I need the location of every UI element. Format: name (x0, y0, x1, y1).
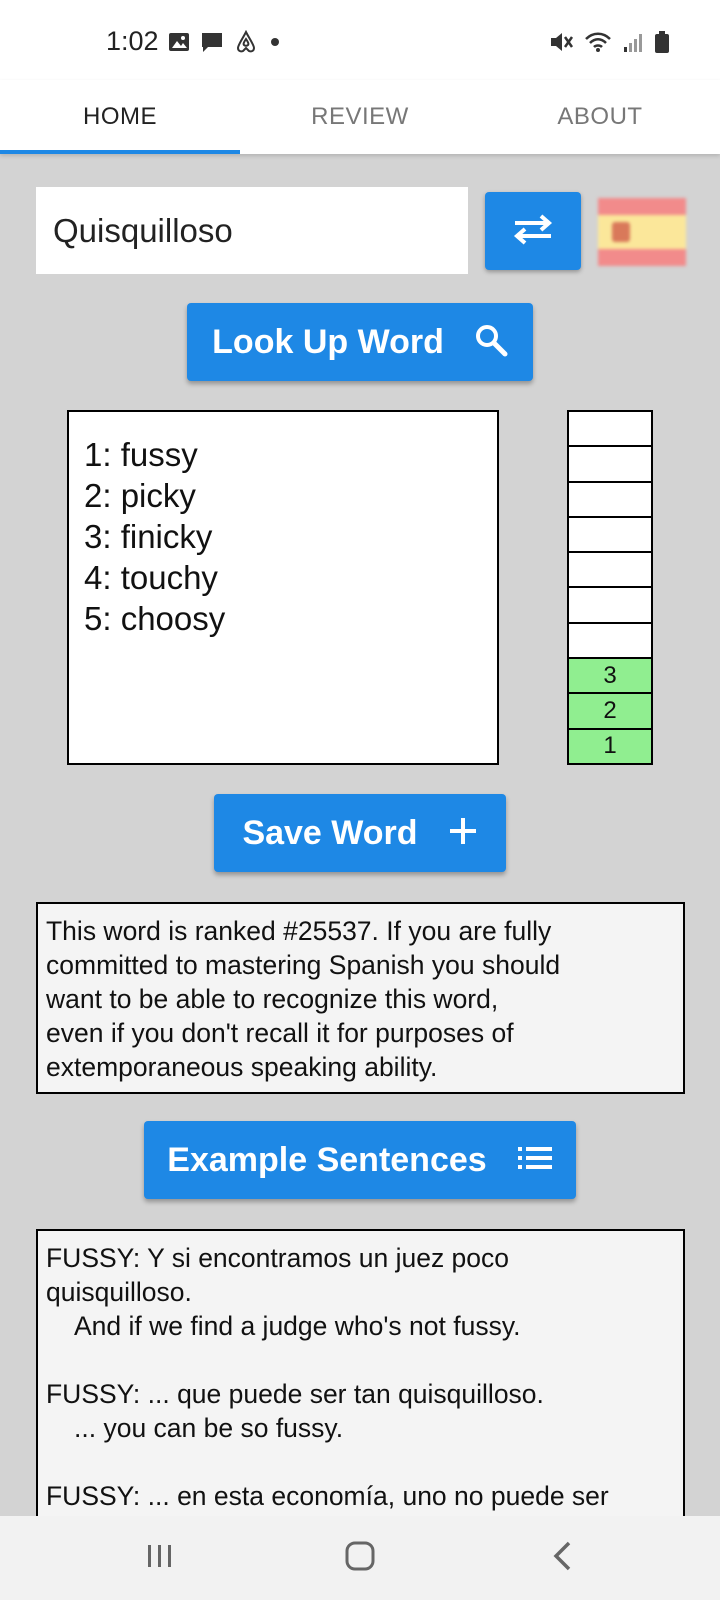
tab-home[interactable]: HOME (0, 80, 240, 154)
wifi-icon (584, 31, 612, 58)
translation-item: 1: fussy (84, 436, 198, 473)
ladder-cell (569, 553, 651, 589)
battery-icon (654, 30, 670, 59)
image-icon (168, 32, 190, 57)
rank-info-line: want to be able to recognize this word, (46, 984, 499, 1014)
example-spanish: FUSSY: ... que puede ser tan quisquillos… (46, 1379, 544, 1409)
system-nav-bar (0, 1516, 720, 1600)
ladder-cell (569, 447, 651, 483)
translation-item: 2: picky (84, 477, 196, 514)
save-word-button[interactable]: Save Word (214, 794, 506, 872)
ladder-cell (569, 412, 651, 448)
signal-icon (622, 31, 644, 58)
swap-language-button[interactable] (485, 192, 581, 270)
plus-icon (448, 816, 478, 851)
active-tab-indicator (0, 150, 240, 154)
tab-about[interactable]: ABOUT (480, 80, 720, 154)
notification-icons (168, 29, 282, 59)
status-bar: 1:02 (0, 0, 720, 80)
back-icon (551, 1540, 575, 1577)
rank-info-line: even if you don't recall it for purposes… (46, 1018, 514, 1048)
example-sentences-label: Example Sentences (167, 1140, 487, 1179)
system-icons (548, 30, 670, 59)
ladder-cell-filled: 1 (569, 729, 651, 763)
dot-icon (268, 35, 282, 54)
word-input[interactable] (36, 187, 468, 274)
example-item: FUSSY: Y si encontramos un juez poco qui… (46, 1241, 675, 1343)
look-up-word-button[interactable]: Look Up Word (187, 303, 533, 381)
rank-info-line: extemporaneous speaking ability. (46, 1052, 438, 1082)
example-english: And if we find a judge who's not fussy. (74, 1311, 521, 1341)
mute-icon (548, 30, 574, 59)
example-item: FUSSY: ... que puede ser tan quisquillos… (46, 1377, 675, 1445)
home-icon (344, 1540, 376, 1577)
ladder-cell (569, 588, 651, 624)
rank-info-line: committed to mastering Spanish you shoul… (46, 950, 561, 980)
tab-review[interactable]: REVIEW (240, 80, 480, 154)
ladder-cell (569, 517, 651, 554)
example-spanish: FUSSY: Y si encontramos un juez poco (46, 1243, 510, 1273)
ladder-cell (569, 482, 651, 518)
look-up-word-label: Look Up Word (212, 322, 444, 361)
airbnb-icon (234, 29, 258, 59)
example-item: FUSSY: ... en esta economía, uno no pued… (46, 1479, 675, 1513)
translation-item: 5: choosy (84, 600, 226, 637)
tab-bar: HOME REVIEW ABOUT (0, 80, 720, 154)
translations-list: 1: fussy 2: picky 3: finicky 4: touchy 5… (67, 410, 499, 765)
home-button[interactable] (300, 1516, 420, 1600)
example-spanish: quisquilloso. (46, 1277, 192, 1307)
save-word-label: Save Word (242, 813, 418, 852)
ladder-cell (569, 623, 651, 660)
example-english: ... you can be so fussy. (74, 1413, 344, 1443)
list-icon (517, 1145, 553, 1176)
recents-icon (145, 1542, 175, 1575)
rank-info-line: This word is ranked #25537. If you are f… (46, 916, 552, 946)
example-spanish: FUSSY: ... en esta economía, uno no pued… (46, 1481, 609, 1511)
rank-ladder: 3 2 1 (567, 410, 653, 765)
recents-button[interactable] (100, 1516, 220, 1600)
back-button[interactable] (503, 1516, 623, 1600)
spain-flag-icon[interactable] (598, 198, 686, 266)
example-sentences-button[interactable]: Example Sentences (144, 1121, 576, 1199)
search-icon (474, 323, 508, 362)
ladder-cell-filled: 3 (569, 659, 651, 695)
translation-item: 4: touchy (84, 559, 218, 596)
ladder-cell-filled: 2 (569, 694, 651, 730)
swap-arrows-icon (512, 213, 554, 250)
status-time: 1:02 (106, 26, 159, 56)
rank-info-box: This word is ranked #25537. If you are f… (36, 902, 685, 1094)
message-icon (200, 31, 224, 58)
translation-item: 3: finicky (84, 518, 213, 555)
